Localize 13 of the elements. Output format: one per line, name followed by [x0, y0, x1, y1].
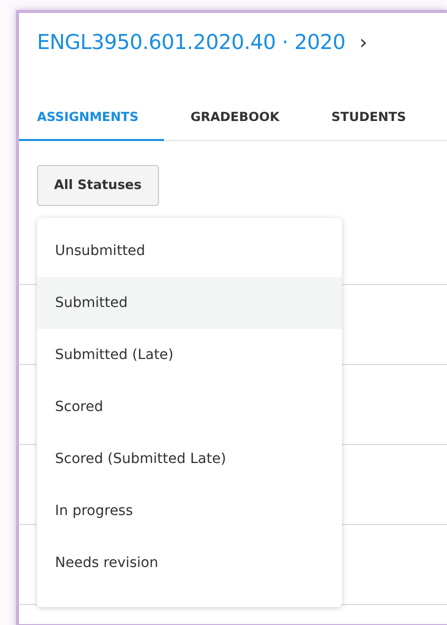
menu-item[interactable]: Submitted (Late) — [37, 329, 342, 381]
menu-item[interactable]: Scored — [37, 381, 342, 433]
tab[interactable]: STUDENTS — [305, 95, 410, 141]
tab[interactable]: ASSIGNMENTS — [19, 95, 164, 141]
breadcrumb-separator: › — [359, 30, 368, 54]
menu-item[interactable]: Submitted — [37, 277, 342, 329]
menu-item[interactable]: In progress — [37, 485, 342, 537]
menu-item[interactable]: Needs revision — [37, 537, 342, 589]
menu-item[interactable]: Scored (Submitted Late) — [37, 433, 342, 485]
menu-item[interactable]: Unsubmitted — [37, 225, 342, 277]
status-filter-button[interactable]: All Statuses — [37, 165, 159, 206]
course-link[interactable]: ENGL3950.601.2020.40 · 2020 — [37, 30, 346, 54]
tab[interactable]: GRADEBOOK — [164, 95, 306, 141]
